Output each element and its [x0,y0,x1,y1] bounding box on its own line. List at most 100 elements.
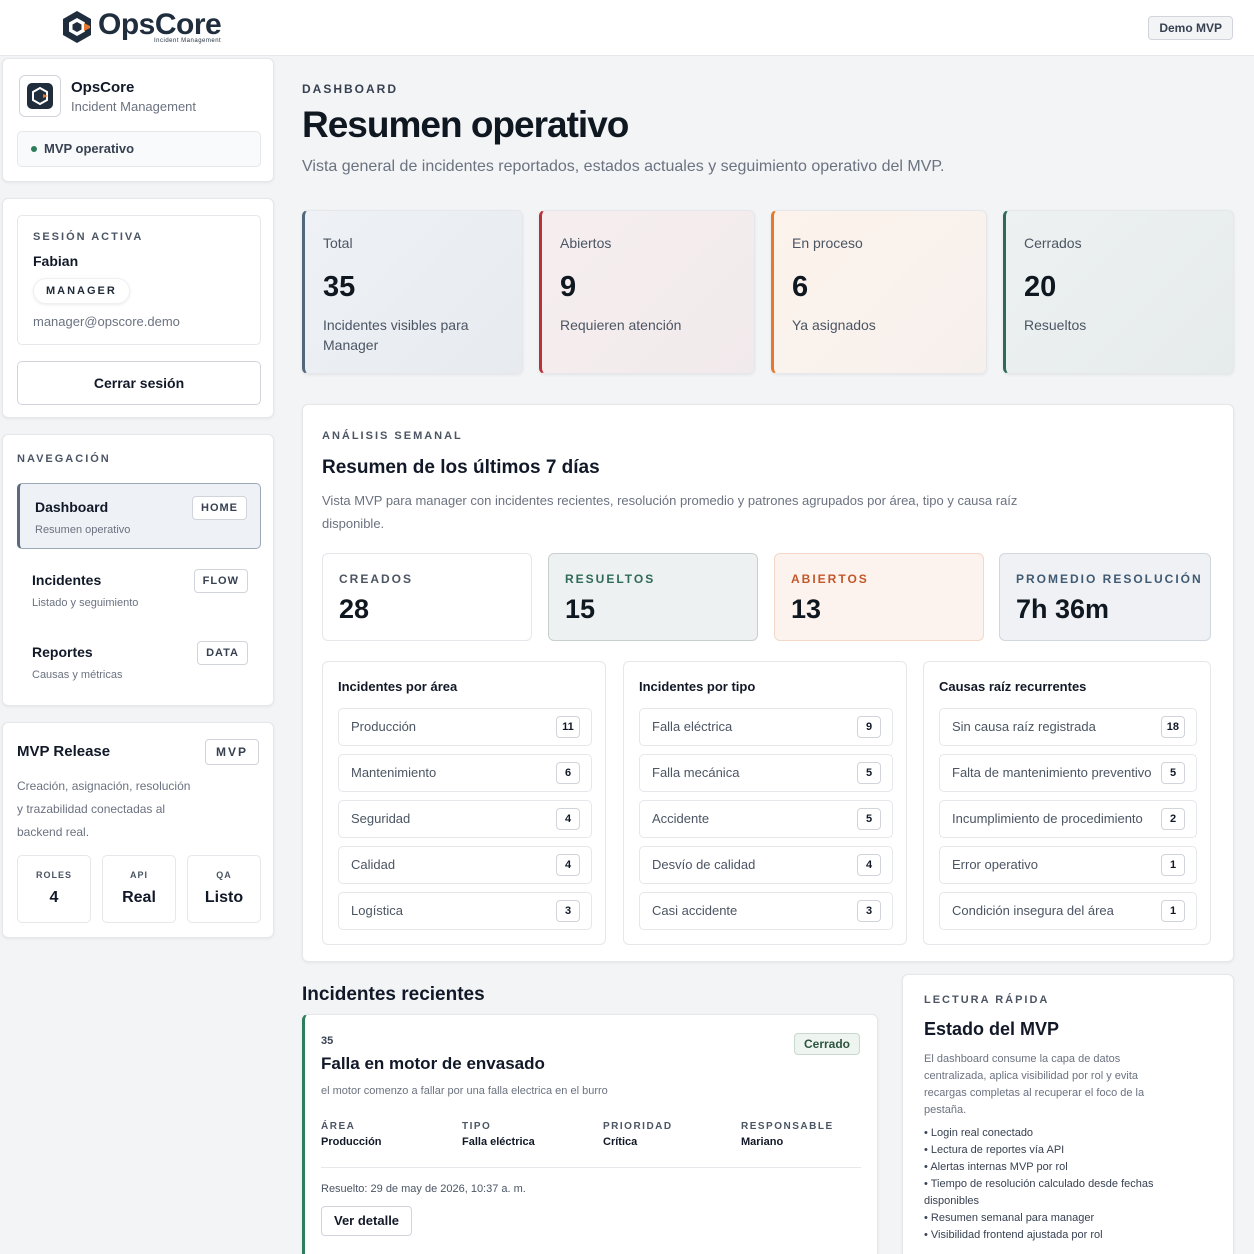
page-eyebrow: DASHBOARD [302,82,398,96]
list-item: Sin causa raíz registrada 18 [939,708,1197,746]
list-item: Accidente 5 [639,800,893,838]
kpi-card-en-proceso: En proceso 6 Ya asignados [771,210,987,374]
incident-field-type: TIPO Falla eléctrica [462,1121,535,1148]
weekly-stat-value: 15 [565,594,596,624]
kpi-label: En proceso [792,235,863,251]
quick-title: Estado del MVP [924,1019,1060,1039]
sidebar-item-reportes[interactable]: Reportes Causas y métricas DATA [17,629,261,695]
status-badge: Cerrado [793,1033,860,1055]
role-badge: MANAGER [33,278,130,304]
list-item-text: Lectura de reportes vía API [930,1144,1065,1156]
incident-field-owner: RESPONSABLE Mariano [741,1121,834,1148]
count-badge: 3 [556,900,580,922]
list-item-label: Falla eléctrica [652,719,733,734]
weekly-analysis-card: ANÁLISIS SEMANAL Resumen de los últimos … [302,404,1234,962]
count-badge: 9 [857,716,881,738]
kpi-label: Abiertos [560,235,612,251]
list-item: Calidad 4 [338,846,592,884]
incident-field-value: Producción [321,1136,382,1148]
quick-read-card: LECTURA RÁPIDA Estado del MVP El dashboa… [902,974,1234,1254]
kpi-value: 35 [323,271,356,303]
list-item: Logística 3 [338,892,592,930]
list-item-text: Login real conectado [930,1127,1034,1139]
list-item-label: Desvío de calidad [652,857,756,872]
demo-badge: Demo MVP [1148,16,1233,40]
release-stat-label: ROLES [35,870,72,880]
count-badge: 5 [857,762,881,784]
incident-field-value: Crítica [603,1136,638,1148]
page-description: Vista general de incidentes reportados, … [302,158,945,175]
list-item: Desvío de calidad 4 [639,846,893,884]
sidebar-item-tag: FLOW [193,569,248,593]
list-item: • Tiempo de resolución calculado desde f… [924,1178,1154,1207]
list-item: • Login real conectado [924,1127,1034,1139]
count-badge: 5 [857,808,881,830]
count-badge: 1 [1161,900,1185,922]
panel-root-causes: Causas raíz recurrentes Sin causa raíz r… [923,661,1211,945]
incident-field-label: RESPONSABLE [741,1121,834,1132]
logo-tagline: Incident Management [154,38,222,44]
count-badge: 5 [1161,762,1185,784]
brand-title: OpsCore [71,79,135,96]
list-item: Producción 11 [338,708,592,746]
kpi-description: Ya asignados [792,317,876,333]
count-badge: 4 [556,808,580,830]
incident-resolved-date: Resuelto: 29 de may de 2026, 10:37 a. m. [321,1183,526,1195]
kpi-description: Incidentes visibles para Manager [323,317,469,353]
status-dot-icon [31,146,37,152]
panel-incidents-by-area: Incidentes por área Producción 11 Manteni… [322,661,606,945]
list-item-label: Logística [351,903,404,918]
weekly-stat-value: 28 [339,594,370,624]
count-badge: 11 [556,716,580,738]
quick-list: • Login real conectado • Lectura de repo… [924,1125,1176,1244]
mvp-status: MVP operativo [17,131,261,167]
list-item: Falta de mantenimiento preventivo 5 [939,754,1197,792]
weekly-stat-abiertos: ABIERTOS 13 [774,553,984,641]
list-item: • Visibilidad frontend ajustada por rol [924,1229,1103,1241]
weekly-stat-promedio: PROMEDIO RESOLUCIÓN 7h 36m [999,553,1211,641]
sidebar-item-subtitle: Listado y seguimiento [32,597,139,609]
list-item-text: Resumen semanal para manager [930,1212,1095,1224]
sidebar-item-title: Reportes [32,644,93,660]
list-item: • Alertas internas MVP por rol [924,1161,1068,1173]
panel-title: Causas raíz recurrentes [939,679,1087,694]
incident-field-label: ÁREA [321,1121,356,1132]
count-badge: 1 [1161,854,1185,876]
sidebar-item-tag: HOME [192,496,247,520]
brand-card: OpsCore Incident Management MVP operativ… [2,58,274,182]
list-item: Casi accidente 3 [639,892,893,930]
release-stat-label: API [129,870,148,880]
view-detail-button[interactable]: Ver detalle [321,1206,413,1236]
quick-description: El dashboard consume la capa de datos ce… [924,1053,1145,1116]
count-badge: 18 [1160,716,1185,738]
weekly-stat-value: 7h 36m [1016,594,1110,624]
kpi-value: 6 [792,271,809,303]
panel-title: Incidentes por área [338,679,458,694]
list-item-label: Incumplimiento de procedimiento [952,811,1143,826]
app-logo[interactable]: OpsCore Incident Management [60,10,222,44]
panel-incidents-by-type: Incidentes por tipo Falla eléctrica 9 Fal… [623,661,907,945]
list-item-text: Tiempo de resolución calculado desde fec… [924,1178,1154,1207]
incident-field-label: PRIORIDAD [603,1121,673,1132]
logout-button[interactable]: Cerrar sesión [17,361,261,405]
list-item-label: Seguridad [351,811,411,826]
count-badge: 4 [556,854,580,876]
release-card: MVP Release MVP Creación, asignación, re… [2,722,274,938]
session-label: SESIÓN ACTIVA [33,231,144,243]
list-item: Falla mecánica 5 [639,754,893,792]
sidebar-item-incidentes[interactable]: Incidentes Listado y seguimiento FLOW [17,557,261,623]
list-item: Falla eléctrica 9 [639,708,893,746]
sidebar-item-tag: DATA [197,641,248,665]
release-title: MVP Release [17,743,111,760]
kpi-card-total: Total 35 Incidentes visibles para Manage… [302,210,523,374]
sidebar-item-dashboard[interactable]: Dashboard Resumen operativo HOME [17,483,261,549]
kpi-value: 9 [560,271,577,303]
list-item-text: Alertas internas MVP por rol [930,1161,1068,1173]
sidebar-item-title: Dashboard [35,499,109,515]
kpi-description: Resueltos [1024,317,1087,333]
incident-field-value: Falla eléctrica [462,1136,535,1148]
weekly-stat-resueltos: RESUELTOS 15 [548,553,758,641]
list-item-label: Accidente [652,811,710,826]
nav-label: NAVEGACIÓN [17,453,111,465]
incident-description: el motor comenzo a fallar por una falla … [321,1085,608,1097]
